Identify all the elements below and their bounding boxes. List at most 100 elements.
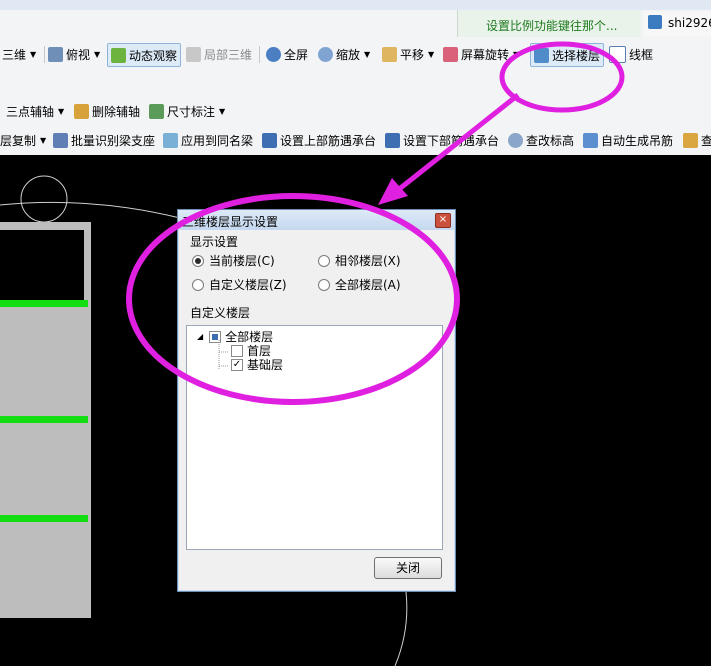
hand-icon	[382, 46, 397, 62]
user-name: shi2926	[668, 16, 711, 30]
separator	[259, 46, 260, 63]
three-d-button[interactable]: 三维 ▼	[2, 43, 36, 65]
set-top-rebar-button[interactable]: 设置上部筋遇承台	[262, 129, 376, 151]
display-group-label: 显示设置	[190, 235, 239, 249]
rotate-icon	[443, 46, 458, 62]
auto-hanger-label: 自动生成吊筋	[601, 133, 674, 148]
radio-current-label: 当前楼层(C)	[209, 254, 275, 268]
pan-label: 平移	[400, 47, 425, 62]
select-floor-label: 选择楼层	[552, 48, 601, 63]
dimension-icon	[149, 103, 164, 119]
custom-group-label: 自定义楼层	[190, 306, 251, 320]
three-point-axis-label: 三点辅轴	[6, 104, 55, 119]
zoom-button[interactable]: 缩放 ▼	[318, 43, 370, 65]
chevron-down-icon: ▼	[364, 49, 371, 59]
tree-foundation-label: 基础层	[247, 358, 284, 372]
more-label: 查	[701, 133, 711, 148]
dimension-label: 尺寸标注	[167, 104, 216, 119]
radio-current-floor[interactable]: 当前楼层(C)	[192, 252, 275, 269]
radio-dot	[192, 278, 204, 291]
toolbar-row-1: 三维 ▼ 俯视 ▼ 动态观察 局部三维 全屏 缩放 ▼ 平移 ▼ 屏幕旋转 ▼ 选择楼层 …	[0, 43, 711, 67]
pan-button[interactable]: 平移 ▼	[382, 43, 434, 65]
hanger-icon	[583, 132, 598, 148]
axis-circle	[20, 175, 68, 223]
apply-icon	[163, 132, 178, 148]
floor-copy-button[interactable]: 层复制 ▼	[0, 129, 46, 151]
batch-identify-label: 批量识别梁支座	[71, 133, 156, 148]
chevron-down-icon: ▼	[513, 49, 520, 59]
change-elevation-button[interactable]: 查改标高	[508, 129, 574, 151]
more-button[interactable]: 查	[683, 129, 711, 151]
dynamic-observe-button[interactable]: 动态观察	[107, 43, 182, 67]
elevation-icon	[508, 132, 523, 148]
green-beam	[0, 300, 88, 307]
rebar-icon	[262, 132, 277, 148]
dimension-button[interactable]: 尺寸标注 ▼	[149, 100, 225, 122]
arc-line	[394, 591, 408, 666]
hint-banner: 设置比例功能键往那个...	[457, 10, 641, 37]
chevron-down-icon: ▼	[219, 106, 226, 116]
radio-dot	[318, 278, 330, 291]
radio-custom-label: 自定义楼层(Z)	[209, 278, 287, 292]
annotation-arrow-head	[378, 178, 408, 205]
change-elevation-label: 查改标高	[526, 133, 575, 148]
wall-opening	[0, 230, 84, 300]
screen-rotate-label: 屏幕旋转	[461, 47, 510, 62]
three-point-axis-button[interactable]: 三点辅轴 ▼	[6, 100, 64, 122]
close-icon[interactable]: ×	[435, 213, 451, 228]
dialog-titlebar[interactable]: 三维楼层显示设置 ×	[178, 210, 455, 230]
set-bottom-rebar-button[interactable]: 设置下部筋遇承台	[385, 129, 499, 151]
select-floor-button[interactable]: 选择楼层	[530, 43, 605, 67]
wireframe-icon	[609, 45, 626, 63]
green-beam	[0, 515, 88, 522]
local-3d-button[interactable]: 局部三维	[186, 43, 252, 65]
floor-tree[interactable]: ◢ 全部楼层 首层 ✓ 基础层	[186, 325, 443, 550]
radio-all-floors[interactable]: 全部楼层(A)	[318, 276, 401, 293]
delete-axis-button[interactable]: 删除辅轴	[74, 100, 140, 122]
cube-icon	[186, 46, 201, 62]
close-button[interactable]: 关闭	[374, 557, 442, 579]
layers-icon	[534, 47, 549, 63]
arc-line	[0, 201, 181, 219]
set-bottom-rebar-label: 设置下部筋遇承台	[403, 133, 500, 148]
screen-rotate-button[interactable]: 屏幕旋转 ▼	[443, 43, 519, 65]
separator	[44, 46, 45, 63]
radio-adjacent-floor[interactable]: 相邻楼层(X)	[318, 252, 401, 269]
radio-adjacent-label: 相邻楼层(X)	[335, 254, 401, 268]
dialog-title: 三维楼层显示设置	[182, 215, 279, 229]
radio-dot	[192, 254, 204, 267]
pencil-icon	[683, 132, 698, 148]
user-badge[interactable]: shi2926	[644, 12, 711, 36]
full-screen-button[interactable]: 全屏	[266, 43, 308, 65]
radio-all-label: 全部楼层(A)	[335, 278, 401, 292]
orbit-icon	[111, 47, 126, 63]
floor-copy-label: 层复制	[0, 133, 37, 148]
user-icon	[648, 15, 662, 29]
zoom-label: 缩放	[336, 47, 361, 62]
batch-identify-button[interactable]: 批量识别梁支座	[53, 129, 155, 151]
magnifier-icon	[266, 46, 281, 62]
set-top-rebar-label: 设置上部筋遇承台	[280, 133, 377, 148]
hint-text: 设置比例功能键往那个...	[486, 19, 618, 33]
top-view-button[interactable]: 俯视 ▼	[48, 43, 100, 65]
chevron-down-icon: ▼	[428, 49, 435, 59]
rebar-icon	[385, 132, 400, 148]
full-screen-label: 全屏	[284, 47, 309, 62]
top-view-icon	[48, 46, 63, 62]
radio-custom-floor[interactable]: 自定义楼层(Z)	[192, 276, 287, 293]
identify-icon	[53, 132, 68, 148]
wireframe-button[interactable]: 线框	[609, 43, 653, 65]
chevron-down-icon: ▼	[30, 49, 37, 59]
toolbar-row-3: 层复制 ▼ 批量识别梁支座 应用到同名梁 设置上部筋遇承台 设置下部筋遇承台 查改…	[0, 129, 711, 153]
eraser-icon	[74, 103, 89, 119]
delete-axis-label: 删除辅轴	[92, 104, 141, 119]
three-d-label: 三维	[2, 47, 27, 62]
title-strip	[0, 0, 711, 10]
auto-hanger-button[interactable]: 自动生成吊筋	[583, 129, 673, 151]
wireframe-label: 线框	[629, 47, 654, 62]
green-beam	[0, 416, 88, 423]
floor-display-dialog: 三维楼层显示设置 × 显示设置 当前楼层(C) 相邻楼层(X) 自定义楼层(Z)…	[177, 209, 456, 592]
apply-same-beam-button[interactable]: 应用到同名梁	[163, 129, 253, 151]
local-3d-label: 局部三维	[204, 47, 253, 62]
radio-dot	[318, 254, 330, 267]
